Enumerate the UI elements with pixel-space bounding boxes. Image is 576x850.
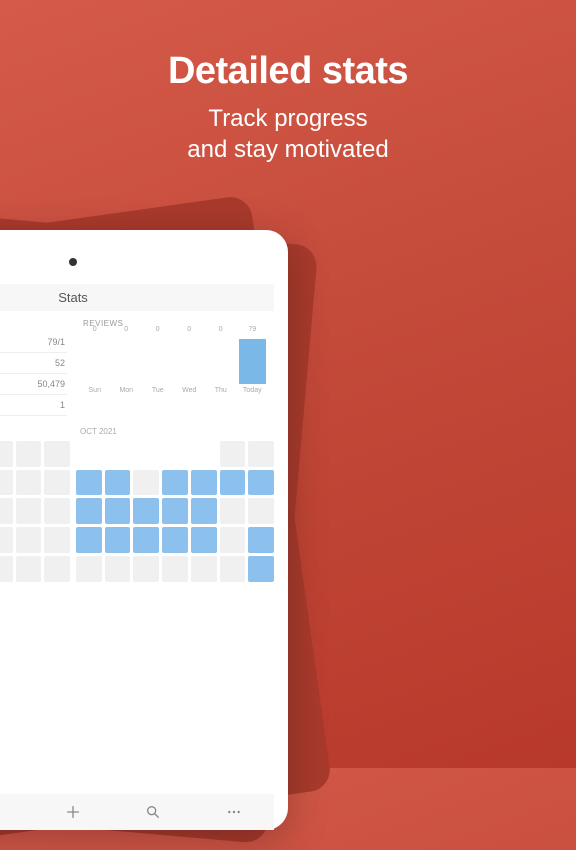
calendar-day — [191, 527, 217, 553]
calendar-day — [105, 470, 131, 496]
search-icon — [145, 804, 161, 820]
chart-column: 0Mon — [113, 336, 141, 394]
chart-value: 0 — [93, 326, 97, 333]
calendar-day — [191, 441, 217, 467]
calendar-day — [16, 441, 42, 467]
calendar-day — [248, 470, 274, 496]
calendar-day — [76, 441, 102, 467]
more-tab[interactable] — [225, 803, 243, 821]
info-row: Reviews per Day (Average) 52 — [0, 353, 67, 374]
calendar-day — [0, 441, 13, 467]
chart-column: 0Wed — [176, 336, 204, 394]
calendar-right: OCT 2021 — [76, 424, 274, 582]
calendar-month-label: OCT 2021 — [76, 424, 274, 441]
calendar-day — [0, 527, 13, 553]
add-tab[interactable] — [64, 803, 82, 821]
calendar-day — [16, 527, 42, 553]
info-label: INFO — [0, 315, 67, 332]
calendar-day — [44, 470, 70, 496]
info-row: Streak (Days) 1 — [0, 395, 67, 416]
calendar-day — [76, 470, 102, 496]
chart-column: 79Today — [239, 336, 267, 394]
calendar-day — [248, 527, 274, 553]
chart-column: 0Thu — [207, 336, 235, 394]
chart-category: Sun — [89, 387, 101, 394]
calendar-day — [133, 498, 159, 524]
calendar-day — [220, 470, 246, 496]
calendar-day — [76, 556, 102, 582]
reviews-label: REVIEWS — [79, 315, 268, 332]
calendar-day — [220, 441, 246, 467]
calendar-day — [248, 556, 274, 582]
calendar-day — [191, 470, 217, 496]
reviews-bar-chart: 0Sun0Mon0Tue0Wed0Thu79Today — [79, 332, 268, 394]
chart-category: Today — [243, 387, 262, 394]
calendar-day — [105, 498, 131, 524]
chart-category: Mon — [119, 387, 133, 394]
chart-category: Wed — [182, 387, 196, 394]
calendar-day — [220, 498, 246, 524]
calendar-day — [0, 470, 13, 496]
calendar-left: SEP 2021 — [0, 424, 70, 582]
calendar-day — [44, 441, 70, 467]
chart-value: 0 — [156, 326, 160, 333]
calendar-day — [76, 527, 102, 553]
info-row: Reviews Today 79/1 — [0, 332, 67, 353]
page-title: Stats — [0, 284, 274, 311]
calendar-day — [162, 556, 188, 582]
info-row: Total Number of Reviews 50,479 — [0, 374, 67, 395]
chart-category: Tue — [152, 387, 164, 394]
camera-dot — [69, 258, 77, 266]
calendar-day — [162, 527, 188, 553]
calendar-month-label: SEP 2021 — [0, 424, 70, 441]
app-screen: Stats INFO Reviews Today 79/1 Reviews pe… — [0, 284, 274, 764]
calendar-day — [133, 441, 159, 467]
calendar-day — [133, 527, 159, 553]
calendar-day — [162, 470, 188, 496]
info-panel: INFO Reviews Today 79/1 Reviews per Day … — [0, 315, 73, 416]
calendar-day — [191, 498, 217, 524]
promo-subtitle: Track progress and stay motivated — [0, 103, 576, 165]
chart-value: 0 — [187, 326, 191, 333]
calendar-day — [105, 556, 131, 582]
calendar-day — [105, 441, 131, 467]
calendar-day — [133, 470, 159, 496]
calendar-day — [191, 556, 217, 582]
chart-value: 79 — [248, 326, 256, 333]
tablet-frame: Stats INFO Reviews Today 79/1 Reviews pe… — [0, 230, 288, 830]
chart-value: 0 — [219, 326, 223, 333]
chart-category: Thu — [215, 387, 227, 394]
search-tab[interactable] — [144, 803, 162, 821]
calendar-day — [162, 441, 188, 467]
chart-value: 0 — [124, 326, 128, 333]
calendar-day — [0, 498, 13, 524]
calendar-day — [248, 498, 274, 524]
stats-tab[interactable] — [0, 803, 2, 821]
calendar-day — [76, 498, 102, 524]
calendar-day — [105, 527, 131, 553]
reviews-panel: REVIEWS 0Sun0Mon0Tue0Wed0Thu79Today — [73, 315, 274, 416]
calendar-day — [44, 498, 70, 524]
calendar-day — [16, 556, 42, 582]
chart-column: 0Sun — [81, 336, 109, 394]
calendar-day — [16, 470, 42, 496]
card-stack: Stats INFO Reviews Today 79/1 Reviews pe… — [73, 230, 503, 830]
chart-bar — [239, 339, 267, 384]
calendar-day — [0, 556, 13, 582]
promo-title: Detailed stats — [0, 50, 576, 93]
calendar-day — [162, 498, 188, 524]
calendar-day — [44, 556, 70, 582]
tab-bar — [0, 794, 274, 830]
promo-heading: Detailed stats Track progress and stay m… — [0, 0, 576, 165]
chart-column: 0Tue — [144, 336, 172, 394]
calendar-day — [133, 556, 159, 582]
more-icon — [226, 804, 242, 820]
calendar-day — [248, 441, 274, 467]
calendar-day — [220, 527, 246, 553]
calendar-day — [220, 556, 246, 582]
calendar-day — [16, 498, 42, 524]
bar-chart-icon — [0, 804, 1, 820]
plus-icon — [65, 804, 81, 820]
calendar-day — [44, 527, 70, 553]
